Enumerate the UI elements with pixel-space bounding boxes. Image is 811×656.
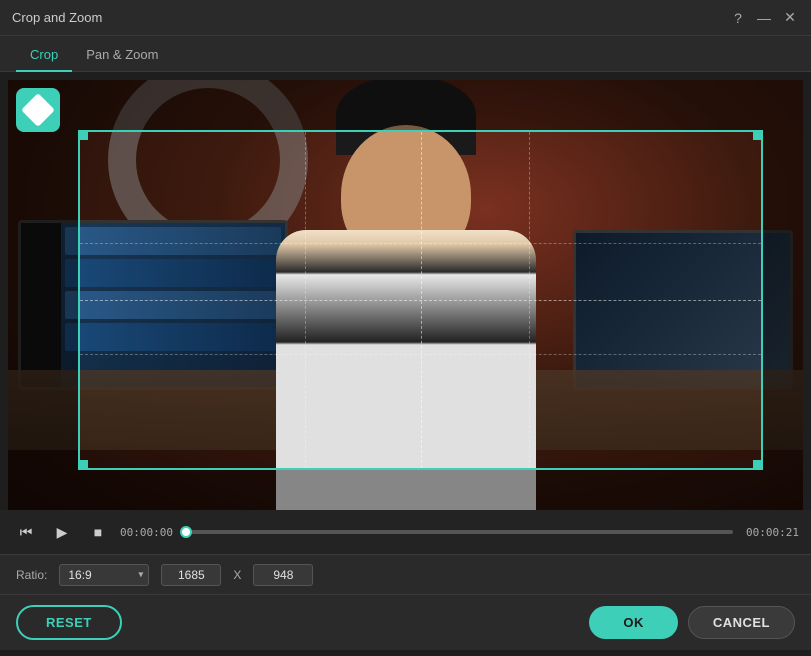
window-title: Crop and Zoom [12,10,102,25]
monitor-content [61,223,285,387]
scene-bg [8,80,803,510]
total-time: 00:00:21 [741,526,799,539]
tab-pan-zoom[interactable]: Pan & Zoom [72,39,172,72]
tab-bar: Crop Pan & Zoom [0,36,811,72]
close-button[interactable]: ✕ [781,9,799,27]
reset-button[interactable]: RESET [16,605,122,640]
ratio-row: Ratio: 16:9 4:3 1:1 9:16 Custom X [0,554,811,594]
stop-icon [94,524,102,540]
play-icon [57,524,68,541]
monitor-left [18,220,288,390]
monitor-right-screen [576,233,790,387]
cancel-button[interactable]: CANCEL [688,606,795,639]
person [256,130,556,510]
tab-crop[interactable]: Crop [16,39,72,72]
ratio-select-wrap: 16:9 4:3 1:1 9:16 Custom [59,564,149,586]
logo-icon [21,93,55,127]
action-right-buttons: OK CANCEL [589,606,795,639]
app-logo [16,88,60,132]
thumb-1 [65,227,281,255]
ratio-label: Ratio: [16,568,47,582]
thumb-3 [65,291,281,319]
stop-button[interactable] [84,518,112,546]
person-body [276,230,536,510]
help-button[interactable]: ? [729,9,747,27]
play-button[interactable] [48,518,76,546]
ratio-select[interactable]: 16:9 4:3 1:1 9:16 Custom [59,564,149,586]
dimension-separator: X [233,568,241,582]
ok-button[interactable]: OK [589,606,678,639]
monitor-sidebar [21,223,61,387]
video-preview [8,80,803,510]
current-time: 00:00:00 [120,526,178,539]
progress-track[interactable] [186,530,733,534]
action-bar: RESET OK CANCEL [0,594,811,650]
height-input[interactable] [253,564,313,586]
playback-bar: ⏮ 00:00:00 00:00:21 [0,510,811,554]
step-back-button[interactable]: ⏮ [12,518,40,546]
progress-thumb[interactable] [180,526,192,538]
width-input[interactable] [161,564,221,586]
title-bar: Crop and Zoom ? — ✕ [0,0,811,36]
window-controls: ? — ✕ [729,9,799,27]
thumb-4 [65,323,281,351]
step-back-icon: ⏮ [20,524,33,541]
monitor-right [573,230,793,390]
thumb-2 [65,259,281,287]
monitor-left-screen [21,223,285,387]
minimize-button[interactable]: — [755,9,773,27]
